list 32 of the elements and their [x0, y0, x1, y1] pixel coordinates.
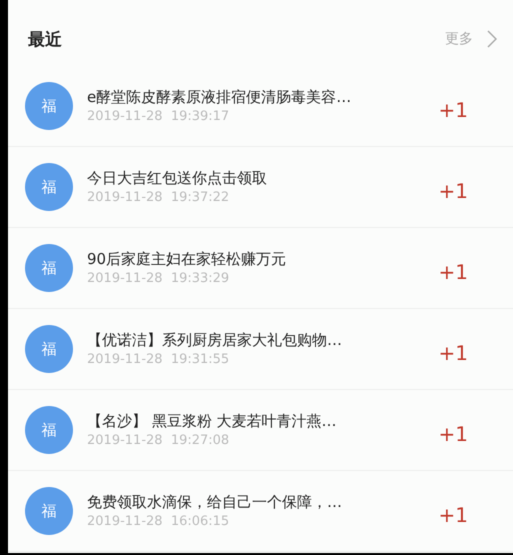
message-title: 90后家庭主妇在家轻松赚万元: [87, 250, 288, 269]
message-title: 免费领取水滴保，给自己一个保障，…: [87, 493, 343, 512]
section-title: 最近: [28, 28, 62, 50]
count-label: +1: [438, 179, 468, 203]
message-row[interactable]: 福 今日大吉红包送你点击领取 2019-11-28 19:37:22 +1: [8, 147, 513, 228]
message-time: 2019-11-28 19:31:55: [87, 352, 230, 367]
message-time: 2019-11-28 19:39:17: [87, 109, 230, 124]
count-label: +1: [438, 98, 468, 122]
message-title: e酵堂陈皮酵素原液排宿便清肠毒美容…: [87, 88, 352, 107]
avatar: 福: [25, 325, 73, 373]
message-time: 2019-11-28 19:37:22: [87, 190, 230, 205]
message-row[interactable]: 福 【名沙】 黑豆浆粉 大麦若叶青汁燕… 2019-11-28 19:27:08 +1: [8, 390, 513, 471]
message-title: 【优诺洁】系列厨房居家大礼包购物…: [87, 331, 343, 350]
message-time: 2019-11-28 19:33:29: [87, 271, 230, 286]
count-label: +1: [438, 260, 468, 284]
message-row[interactable]: 福 90后家庭主妇在家轻松赚万元 2019-11-28 19:33:29 +1: [8, 228, 513, 309]
message-time: 2019-11-28 16:06:15: [87, 514, 230, 529]
message-row[interactable]: 福 免费领取水滴保，给自己一个保障，… 2019-11-28 16:06:15 +1: [8, 471, 513, 552]
message-row[interactable]: 福 【优诺洁】系列厨房居家大礼包购物… 2019-11-28 19:31:55 +1: [8, 309, 513, 390]
message-time: 2019-11-28 19:27:08: [87, 433, 230, 448]
avatar: 福: [25, 163, 73, 211]
avatar: 福: [25, 82, 73, 130]
count-label: +1: [438, 503, 468, 527]
chevron-right-icon[interactable]: [487, 30, 497, 48]
avatar: 福: [25, 244, 73, 292]
message-title: 【名沙】 黑豆浆粉 大麦若叶青汁燕…: [87, 412, 338, 431]
avatar: 福: [25, 406, 73, 454]
count-label: +1: [438, 341, 468, 365]
message-title: 今日大吉红包送你点击领取: [87, 169, 268, 188]
avatar: 福: [25, 487, 73, 535]
count-label: +1: [438, 422, 468, 446]
message-row[interactable]: 福 e酵堂陈皮酵素原液排宿便清肠毒美容… 2019-11-28 19:39:17 +1: [8, 66, 513, 147]
